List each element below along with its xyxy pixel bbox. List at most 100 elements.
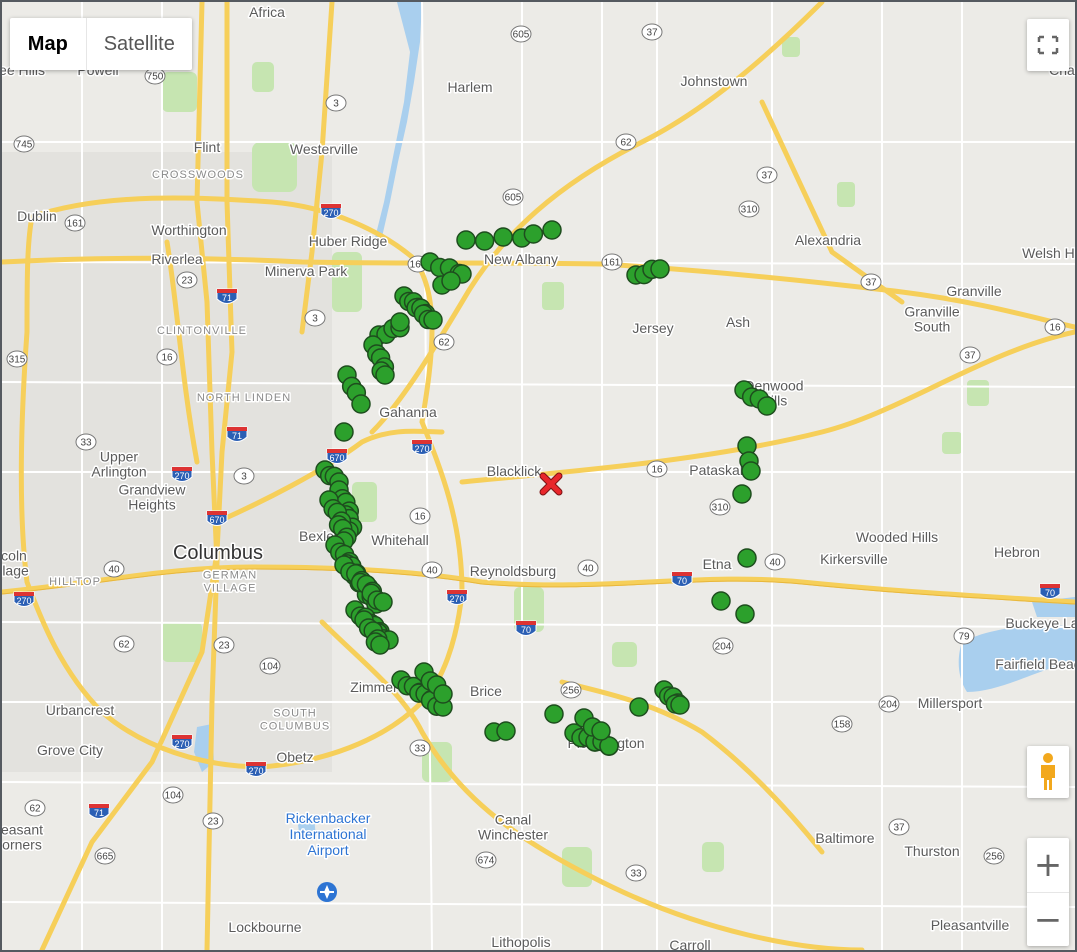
svg-text:270: 270 [414, 444, 429, 454]
place-label: GERMAN VILLAGE [203, 570, 257, 595]
pegman-icon [1041, 753, 1055, 790]
location-marker[interactable] [493, 227, 513, 247]
route-shield: 23 [176, 271, 198, 289]
map-type-satellite-tab[interactable]: Satellite [85, 18, 192, 70]
location-marker[interactable] [373, 592, 393, 612]
location-marker[interactable] [629, 697, 649, 717]
place-label: Etna [703, 556, 732, 572]
location-marker[interactable] [757, 396, 777, 416]
place-label: Rickenbacker International Airport [286, 810, 371, 858]
svg-text:270: 270 [174, 739, 189, 749]
route-shield: 71 [226, 426, 248, 442]
place-label: Obetz [276, 749, 313, 765]
route-shield: 270 [171, 466, 193, 482]
location-marker[interactable] [650, 259, 670, 279]
svg-text:23: 23 [218, 641, 230, 652]
map-type-map-tab[interactable]: Map [10, 18, 86, 70]
svg-text:158: 158 [834, 720, 851, 731]
place-label: Ash [726, 314, 750, 330]
place-label: Grove City [37, 742, 103, 758]
place-label: Johnstown [681, 73, 748, 89]
route-shield: 37 [888, 818, 910, 836]
place-label: Gahanna [379, 404, 437, 420]
route-shield: 37 [756, 166, 778, 184]
svg-text:16: 16 [414, 512, 426, 523]
svg-text:204: 204 [715, 642, 732, 653]
svg-text:37: 37 [646, 28, 658, 39]
location-marker[interactable] [423, 310, 443, 330]
svg-text:270: 270 [16, 596, 31, 606]
location-marker[interactable] [711, 591, 731, 611]
location-marker[interactable] [370, 635, 390, 655]
location-marker[interactable] [474, 231, 495, 251]
target-x-marker[interactable] [539, 472, 563, 496]
svg-text:605: 605 [513, 30, 530, 41]
location-marker[interactable] [741, 461, 761, 481]
place-label: Minerva Park [265, 263, 348, 279]
location-marker[interactable] [670, 695, 690, 715]
route-shield: 310 [709, 498, 731, 516]
svg-text:16: 16 [1049, 323, 1061, 334]
svg-text:23: 23 [181, 276, 193, 287]
svg-text:315: 315 [9, 355, 26, 366]
svg-text:310: 310 [741, 205, 758, 216]
place-label: coln llage [2, 548, 29, 579]
location-marker[interactable] [591, 721, 611, 741]
location-marker[interactable] [390, 312, 410, 332]
route-shield: 16 [156, 348, 178, 366]
svg-text:71: 71 [222, 293, 232, 303]
route-shield: 71 [88, 803, 110, 819]
location-marker[interactable] [456, 230, 476, 250]
route-shield: 23 [213, 636, 235, 654]
location-marker[interactable] [523, 224, 544, 244]
location-marker[interactable] [441, 271, 461, 291]
route-shield: 605 [510, 25, 532, 43]
location-marker[interactable] [334, 422, 354, 442]
zoom-out-button[interactable]: − [1027, 892, 1069, 947]
place-label: Harlem [447, 79, 492, 95]
street-view-pegman-button[interactable] [1027, 746, 1069, 798]
route-shield: 3 [233, 467, 255, 485]
place-label: Jersey [632, 320, 673, 336]
svg-text:750: 750 [147, 72, 164, 83]
svg-text:16: 16 [161, 353, 173, 364]
location-marker[interactable] [375, 365, 395, 385]
route-shield: 16 [409, 507, 431, 525]
map-base-layer: 605 377507453623760531027016123161 1613716… [2, 2, 1075, 950]
place-label: Welsh Hi [1022, 245, 1075, 261]
route-shield: 40 [764, 553, 786, 571]
route-shield: 204 [712, 637, 734, 655]
route-shield: 270 [13, 591, 35, 607]
fullscreen-button[interactable] [1027, 19, 1069, 71]
place-label: Africa [249, 4, 285, 20]
place-label: Westerville [290, 141, 358, 157]
location-marker[interactable] [496, 721, 516, 741]
location-marker[interactable] [351, 394, 371, 414]
svg-text:70: 70 [677, 576, 687, 586]
location-marker[interactable] [542, 220, 562, 240]
map-canvas[interactable]: 605 37 750 745 3 62 37 605 310 270 161 23 161 161 37 16… [0, 0, 1077, 952]
map-type-control: Map Satellite [10, 18, 192, 70]
location-marker[interactable] [732, 484, 752, 504]
location-marker[interactable] [737, 548, 757, 568]
location-marker[interactable] [433, 684, 453, 704]
location-marker[interactable] [735, 604, 755, 624]
route-shield: 745 [13, 135, 35, 153]
target-marker-layer[interactable] [539, 472, 563, 496]
place-label: Lithopolis [491, 934, 550, 950]
svg-text:670: 670 [329, 453, 344, 463]
route-shield: 315 [6, 350, 28, 368]
place-label: Thurston [904, 843, 959, 859]
zoom-in-button[interactable]: + [1027, 838, 1069, 892]
svg-text:161: 161 [604, 258, 621, 269]
svg-text:33: 33 [414, 744, 426, 755]
location-marker[interactable] [544, 704, 564, 724]
route-shield: 270 [245, 761, 267, 777]
place-label: Huber Ridge [309, 233, 388, 249]
svg-text:33: 33 [80, 438, 92, 449]
route-shield: 270 [320, 203, 342, 219]
route-shield: 37 [959, 346, 981, 364]
svg-text:62: 62 [29, 804, 41, 815]
svg-text:37: 37 [893, 823, 905, 834]
place-label: Canal Winchester [478, 812, 548, 843]
